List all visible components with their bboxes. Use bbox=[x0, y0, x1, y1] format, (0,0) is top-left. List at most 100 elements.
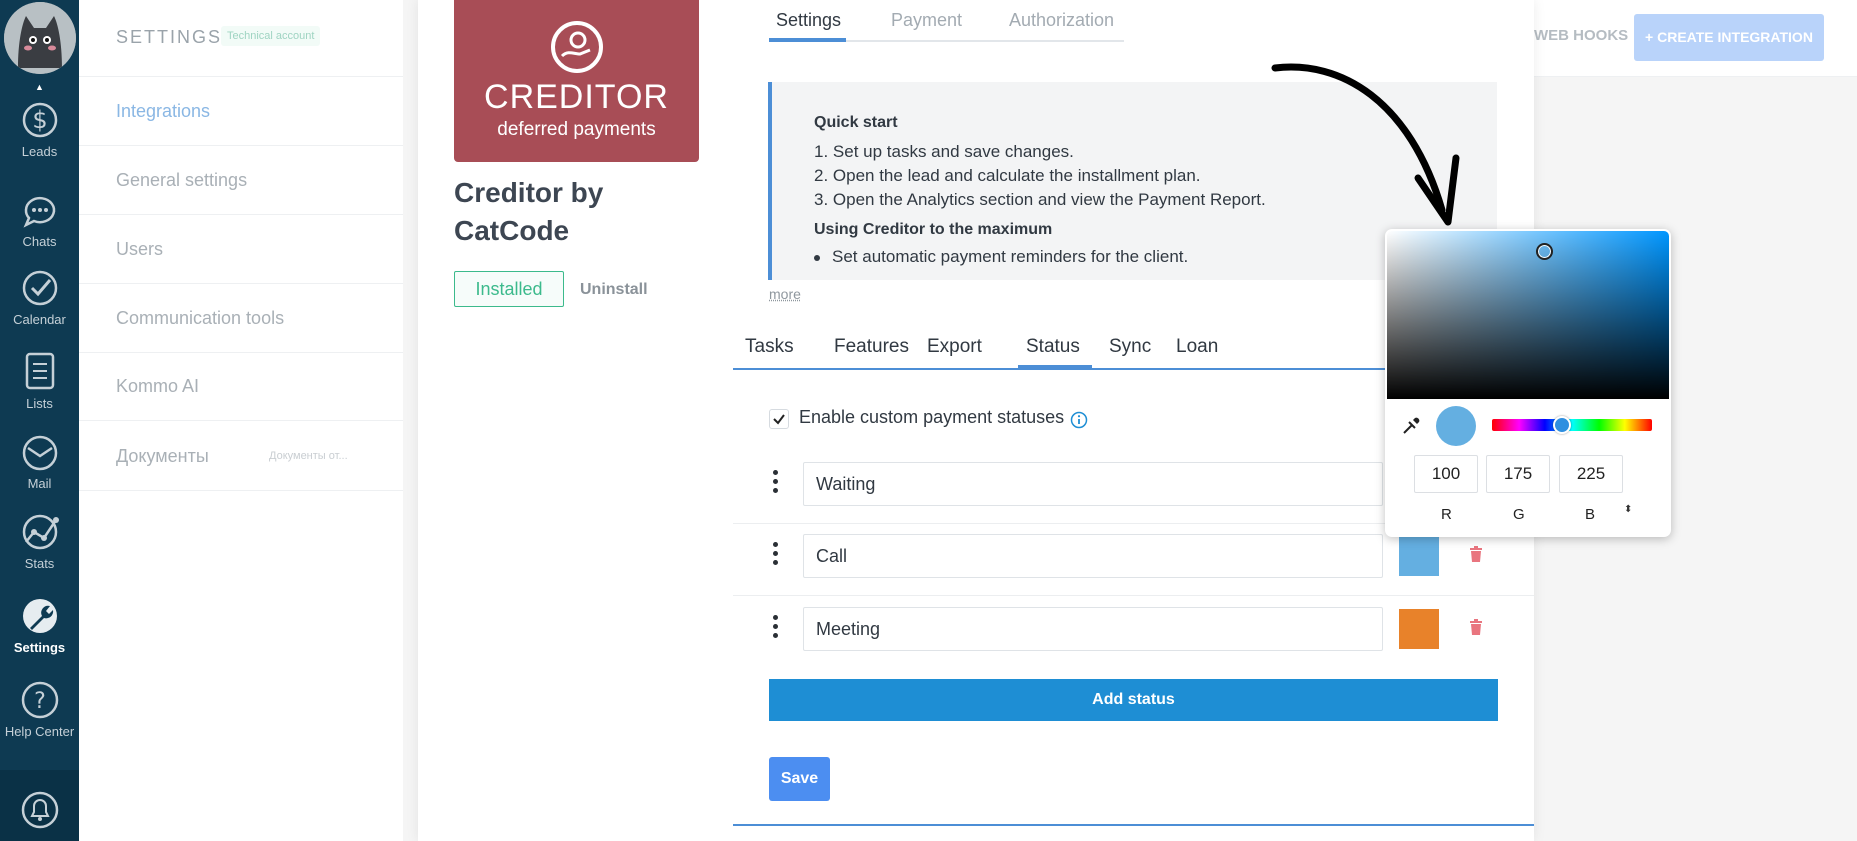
nav-label: Mail bbox=[27, 476, 52, 491]
status-color-swatch[interactable] bbox=[1399, 609, 1439, 649]
nav-item-mail[interactable]: Mail bbox=[0, 434, 79, 491]
list-icon bbox=[25, 352, 54, 390]
nav-label: Stats bbox=[24, 556, 55, 571]
tab-authorization[interactable]: Authorization bbox=[1009, 10, 1114, 31]
tab-sync[interactable]: Sync bbox=[1109, 336, 1151, 358]
status-color-swatch[interactable] bbox=[1399, 536, 1439, 576]
tab-export[interactable]: Export bbox=[927, 336, 982, 358]
trash-icon[interactable] bbox=[1469, 546, 1483, 562]
settings-item-sublabel: Документы от... bbox=[269, 450, 348, 462]
active-tab-indicator bbox=[769, 38, 846, 42]
webhooks-button[interactable]: WEB HOOKS bbox=[1534, 27, 1628, 44]
settings-item-label: Integrations bbox=[116, 101, 211, 121]
blue-label: B bbox=[1585, 506, 1596, 523]
drag-handle-icon[interactable] bbox=[770, 542, 780, 566]
main-nav: ▲ $ Leads Chats Calendar Lists Mail Stat… bbox=[0, 0, 79, 841]
nav-item-lists[interactable]: Lists bbox=[0, 350, 79, 411]
nav-item-leads[interactable]: $ Leads bbox=[0, 100, 79, 159]
nav-item-help-center[interactable]: ? Help Center bbox=[0, 680, 79, 739]
settings-header: SETTINGS Technical account bbox=[79, 0, 403, 77]
tab-payment[interactable]: Payment bbox=[891, 10, 962, 31]
nav-item-chats[interactable]: Chats bbox=[0, 190, 79, 249]
section-divider bbox=[733, 824, 1534, 826]
settings-item-integrations[interactable]: Integrations bbox=[79, 77, 403, 146]
creditor-logo-icon bbox=[550, 21, 603, 73]
status-name-input[interactable]: Call bbox=[803, 534, 1383, 578]
save-button[interactable]: Save bbox=[769, 757, 830, 801]
color-preview bbox=[1436, 406, 1476, 446]
settings-item-users[interactable]: Users bbox=[79, 215, 403, 284]
stats-icon bbox=[22, 514, 59, 550]
red-input[interactable]: 100 bbox=[1414, 455, 1478, 493]
settings-item-label: Users bbox=[116, 239, 164, 259]
help-icon: ? bbox=[21, 681, 58, 719]
green-input[interactable]: 175 bbox=[1486, 455, 1550, 493]
integration-title: Creditor by CatCode bbox=[454, 177, 604, 246]
nav-label: Help Center bbox=[4, 724, 75, 739]
svg-text:?: ? bbox=[34, 689, 46, 714]
saturation-value-area[interactable] bbox=[1387, 231, 1669, 399]
logo-name: CREDITOR bbox=[484, 78, 669, 116]
status-name-input[interactable]: Meeting bbox=[803, 607, 1383, 651]
settings-item-general[interactable]: General settings bbox=[79, 146, 403, 215]
drag-handle-icon[interactable] bbox=[770, 470, 780, 494]
settings-item-label: Communication tools bbox=[116, 308, 285, 328]
notifications-button[interactable] bbox=[0, 770, 79, 841]
hue-handle[interactable] bbox=[1553, 416, 1571, 434]
tab-features[interactable]: Features bbox=[834, 336, 909, 358]
uninstall-button[interactable]: Uninstall bbox=[580, 281, 648, 299]
svg-text:$: $ bbox=[32, 106, 47, 134]
settings-item-kommo-ai[interactable]: Kommo AI bbox=[79, 352, 403, 421]
chat-bubble-icon bbox=[23, 196, 55, 228]
tab-status[interactable]: Status bbox=[1026, 336, 1080, 358]
wrench-icon bbox=[22, 599, 57, 633]
nav-item-calendar[interactable]: Calendar bbox=[0, 268, 79, 327]
annotation-arrow-icon bbox=[1271, 63, 1460, 226]
more-link[interactable]: more bbox=[769, 286, 801, 302]
tab-tasks[interactable]: Tasks bbox=[745, 336, 794, 358]
nav-item-settings[interactable]: Settings bbox=[0, 596, 79, 655]
settings-sidebar: SETTINGS Technical account Integrations … bbox=[79, 0, 403, 841]
user-avatar[interactable] bbox=[4, 2, 76, 74]
hue-slider[interactable] bbox=[1492, 416, 1652, 434]
nav-label: Settings bbox=[13, 640, 66, 655]
settings-item-label: Kommo AI bbox=[116, 376, 200, 396]
top-tabs: Settings Payment Authorization bbox=[769, 0, 1124, 42]
nav-label: Leads bbox=[21, 144, 58, 159]
logo-subtitle: deferred payments bbox=[497, 119, 656, 140]
bell-icon bbox=[21, 791, 58, 829]
nav-scroll-up-icon[interactable]: ▲ bbox=[0, 82, 79, 92]
add-status-button[interactable]: Add status bbox=[769, 679, 1498, 721]
dollar-icon: $ bbox=[22, 102, 57, 138]
settings-item-documents[interactable]: Документы Документы от... bbox=[79, 422, 403, 491]
settings-item-label: Документы bbox=[116, 446, 209, 466]
status-row: Meeting bbox=[733, 597, 1534, 669]
nav-item-stats[interactable]: Stats bbox=[0, 512, 79, 571]
create-integration-button[interactable]: + CREATE INTEGRATION bbox=[1634, 14, 1824, 61]
settings-item-label: General settings bbox=[116, 170, 248, 190]
red-label: R bbox=[1441, 506, 1452, 523]
active-subtab-indicator bbox=[1018, 365, 1092, 369]
nav-label: Lists bbox=[26, 396, 53, 411]
color-picker: 100 175 225 R G B ⬍ bbox=[1385, 229, 1671, 537]
status-name-input[interactable]: Waiting bbox=[803, 462, 1383, 506]
saturation-handle[interactable] bbox=[1536, 243, 1553, 260]
enable-statuses-checkbox[interactable] bbox=[769, 409, 789, 429]
drag-handle-icon[interactable] bbox=[770, 615, 780, 639]
checkmark-icon bbox=[773, 414, 785, 425]
settings-item-communication[interactable]: Communication tools bbox=[79, 284, 403, 353]
tab-settings[interactable]: Settings bbox=[776, 10, 841, 31]
check-circle-icon bbox=[22, 270, 57, 306]
top-actions: WEB HOOKS + CREATE INTEGRATION bbox=[1534, 0, 1857, 77]
trash-icon[interactable] bbox=[1469, 619, 1483, 635]
integration-logo: CREDITOR deferred payments bbox=[454, 0, 699, 162]
enable-statuses-label: Enable custom payment statuses bbox=[799, 407, 1065, 427]
mail-icon bbox=[22, 435, 57, 471]
settings-title: SETTINGS bbox=[116, 27, 223, 47]
tab-loan[interactable]: Loan bbox=[1176, 336, 1218, 358]
blue-input[interactable]: 225 bbox=[1559, 455, 1623, 493]
green-label: G bbox=[1513, 506, 1525, 523]
info-icon[interactable] bbox=[1070, 411, 1088, 429]
eyedropper-icon[interactable] bbox=[1401, 416, 1421, 436]
color-mode-toggle-icon[interactable]: ⬍ bbox=[1624, 504, 1632, 515]
